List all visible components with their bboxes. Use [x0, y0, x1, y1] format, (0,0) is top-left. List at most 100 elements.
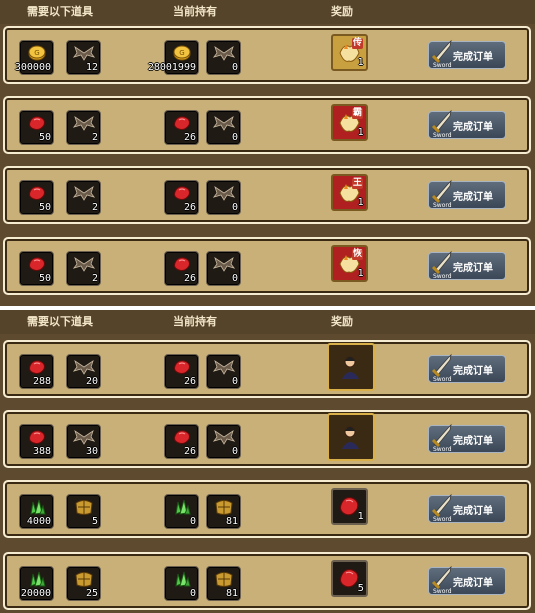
- sword-icon: [431, 179, 452, 203]
- item-quantity: 20: [85, 376, 98, 387]
- bat-wing-icon: [72, 114, 96, 132]
- sword-brand-text: Sword: [433, 202, 452, 209]
- item-quantity: 50: [38, 132, 51, 143]
- green-crystal-icon: [171, 570, 193, 588]
- item-quantity: 0: [231, 62, 238, 73]
- portrait-icon: [337, 423, 364, 450]
- owned-item-slot[interactable]: 26: [164, 110, 199, 145]
- required-item-slot[interactable]: 2: [66, 180, 101, 215]
- red-gem-icon: [171, 358, 193, 376]
- complete-order-button[interactable]: 完成订单 Sword: [428, 423, 506, 453]
- required-item-slot[interactable]: 20000: [19, 566, 54, 601]
- owned-item-slot[interactable]: 0: [164, 494, 199, 529]
- order-row: 50 2 26 0 恢 1 完成订单 Sword: [3, 237, 531, 295]
- gold-armor-icon: [73, 498, 95, 516]
- complete-order-button[interactable]: 完成订单 Sword: [428, 353, 506, 383]
- required-item-slot[interactable]: 388: [19, 424, 54, 459]
- owned-item-slot[interactable]: 26: [164, 354, 199, 389]
- reward-item-slot[interactable]: 王 1: [331, 174, 368, 211]
- required-item-slot[interactable]: 50: [19, 251, 54, 286]
- gold-armor-icon: [213, 570, 235, 588]
- portrait-icon: [337, 353, 364, 380]
- required-item-slot[interactable]: 4000: [19, 494, 54, 529]
- owned-item-slot[interactable]: 0: [164, 566, 199, 601]
- svg-text:G: G: [34, 49, 39, 57]
- required-item-slot[interactable]: 50: [19, 110, 54, 145]
- reward-item-slot[interactable]: 霸 1: [331, 104, 368, 141]
- gold-armor-icon: [213, 498, 235, 516]
- sword-brand-text: Sword: [433, 376, 452, 383]
- owned-item-slot[interactable]: 26: [164, 424, 199, 459]
- required-item-slot[interactable]: 30: [66, 424, 101, 459]
- required-item-slot[interactable]: 2: [66, 251, 101, 286]
- item-quantity: 300000: [14, 62, 51, 73]
- required-item-slot[interactable]: 20: [66, 354, 101, 389]
- red-gem-icon: [26, 184, 48, 202]
- reward-quantity: 5: [357, 583, 364, 594]
- item-quantity: 26: [183, 376, 196, 387]
- owned-item-slot[interactable]: 0: [206, 110, 241, 145]
- reward-item-slot[interactable]: 恢 1: [331, 245, 368, 282]
- owned-item-slot[interactable]: 0: [206, 40, 241, 75]
- item-quantity: 4000: [26, 516, 51, 527]
- required-item-slot[interactable]: 12: [66, 40, 101, 75]
- required-item-slot[interactable]: 50: [19, 180, 54, 215]
- gold-armor-icon: [73, 570, 95, 588]
- order-panel-bottom: 需要以下道具 当前持有 奖励 288 20 26 0 完成订单 Sword 38…: [0, 310, 535, 613]
- owned-item-slot[interactable]: 81: [206, 494, 241, 529]
- complete-order-button[interactable]: 完成订单 Sword: [428, 493, 506, 523]
- red-gem-icon: [171, 114, 193, 132]
- sword-icon: [431, 423, 452, 447]
- complete-order-button[interactable]: 完成订单 Sword: [428, 250, 506, 280]
- sword-icon: [431, 565, 452, 589]
- reward-item-slot[interactable]: 传 1: [331, 34, 368, 71]
- owned-item-slot[interactable]: 26: [164, 251, 199, 286]
- item-quantity: 26: [183, 446, 196, 457]
- reward-item-slot[interactable]: [327, 343, 375, 391]
- sword-brand-text: Sword: [433, 62, 452, 69]
- owned-item-slot[interactable]: 0: [206, 354, 241, 389]
- reward-item-slot[interactable]: 5: [331, 560, 368, 597]
- bat-wing-icon: [212, 44, 236, 62]
- reward-quantity: 1: [357, 268, 364, 279]
- item-quantity: 26: [183, 202, 196, 213]
- coin-icon: G: [171, 44, 193, 62]
- item-quantity: 26: [183, 132, 196, 143]
- required-item-slot[interactable]: 288: [19, 354, 54, 389]
- red-gem-icon: [171, 184, 193, 202]
- order-row: 288 20 26 0 完成订单 Sword: [3, 340, 531, 398]
- required-item-slot[interactable]: G 300000: [15, 40, 54, 75]
- complete-order-label: 完成订单: [453, 506, 493, 517]
- required-item-slot[interactable]: 5: [66, 494, 101, 529]
- owned-item-slot[interactable]: 0: [206, 424, 241, 459]
- green-crystal-icon: [171, 498, 193, 516]
- green-crystal-icon: [26, 498, 48, 516]
- bat-wing-icon: [212, 184, 236, 202]
- complete-order-button[interactable]: 完成订单 Sword: [428, 179, 506, 209]
- reward-seal-label: 恢: [351, 249, 363, 260]
- owned-item-slot[interactable]: G 28001999: [148, 40, 199, 75]
- complete-order-button[interactable]: 完成订单 Sword: [428, 39, 506, 69]
- sword-icon: [431, 109, 452, 133]
- header-owned: 当前持有: [173, 5, 217, 18]
- order-row: G 300000 12 G 28001999 0 传 1 完成订单 Sword: [3, 26, 531, 84]
- owned-item-slot[interactable]: 26: [164, 180, 199, 215]
- complete-order-button[interactable]: 完成订单 Sword: [428, 109, 506, 139]
- reward-quantity: 1: [357, 127, 364, 138]
- svg-text:G: G: [179, 49, 184, 57]
- reward-item-slot[interactable]: [327, 413, 375, 461]
- required-item-slot[interactable]: 25: [66, 566, 101, 601]
- item-quantity: 25: [85, 588, 98, 599]
- complete-order-label: 完成订单: [453, 578, 493, 589]
- reward-item-slot[interactable]: 1: [331, 488, 368, 525]
- bat-wing-icon: [212, 358, 236, 376]
- required-item-slot[interactable]: 2: [66, 110, 101, 145]
- item-quantity: 0: [189, 588, 196, 599]
- owned-item-slot[interactable]: 0: [206, 251, 241, 286]
- owned-item-slot[interactable]: 0: [206, 180, 241, 215]
- owned-item-slot[interactable]: 81: [206, 566, 241, 601]
- sword-brand-text: Sword: [433, 516, 452, 523]
- bat-wing-icon: [212, 114, 236, 132]
- order-row: 4000 5 0 81 1 完成订单 Sword: [3, 480, 531, 538]
- complete-order-button[interactable]: 完成订单 Sword: [428, 565, 506, 595]
